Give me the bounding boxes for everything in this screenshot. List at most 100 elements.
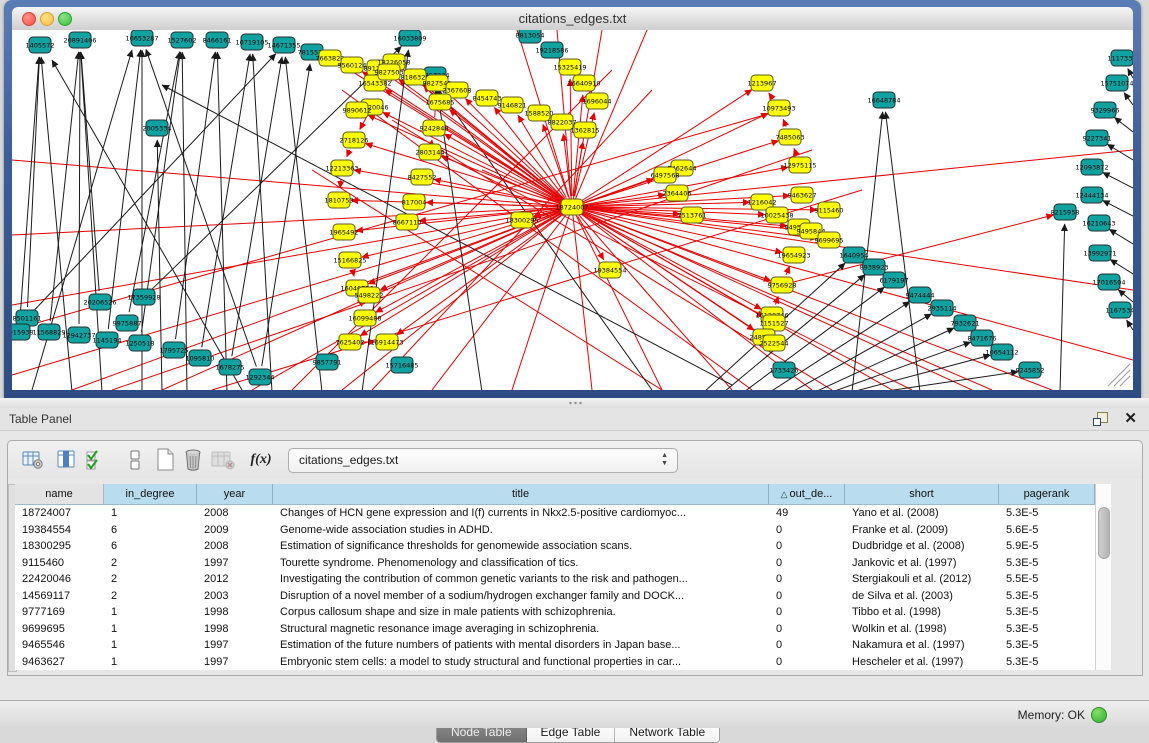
close-panel-icon[interactable]: ✕ <box>1124 410 1137 428</box>
table-row[interactable]: 1830029562008Estimation of significance … <box>15 538 1095 555</box>
table-row[interactable]: 911546021997Tourette syndrome. Phenomeno… <box>15 555 1095 572</box>
table-selector-combobox[interactable]: citations_edges.txt ▲▼ <box>288 448 678 473</box>
graph-edge[interactable] <box>572 207 1133 360</box>
table-row[interactable]: 1938455462009Genome-wide association stu… <box>15 522 1095 539</box>
graph-edge[interactable] <box>1114 117 1133 132</box>
network-canvas[interactable]: 1405572208914061065328715276028466161107… <box>12 30 1133 390</box>
table-row[interactable]: 1456911722003Disruption of a novel membe… <box>15 588 1095 605</box>
graph-node-label: 9146821 <box>498 102 527 110</box>
graph-edge[interactable] <box>360 213 562 336</box>
graph-edge[interactable] <box>582 212 762 309</box>
vertical-scrollbar[interactable] <box>1095 484 1111 670</box>
graph-edge[interactable] <box>794 148 796 154</box>
table-row[interactable]: 1872400712008Changes of HCN gene express… <box>15 505 1095 522</box>
window-titlebar[interactable]: citations_edges.txt <box>12 7 1133 31</box>
graph-edge[interactable] <box>12 160 572 207</box>
graph-edge[interactable] <box>1120 376 1130 386</box>
graph-edge[interactable] <box>1128 69 1133 78</box>
graph-node-label: 8667110 <box>393 219 422 227</box>
graph-edge[interactable] <box>1118 290 1133 302</box>
graph-edge[interactable] <box>1127 320 1133 330</box>
memory-status-icon[interactable] <box>1091 707 1107 723</box>
table-row[interactable]: 969969511998Structural magnetic resonanc… <box>15 621 1095 638</box>
table-row[interactable]: 946554611997Estimation of the future num… <box>15 637 1095 654</box>
table-cell: 1 <box>104 505 197 522</box>
network-canvas-holder[interactable]: 1405572208914061065328715276028466161107… <box>12 30 1133 390</box>
graph-node-label: 19218586 <box>535 47 568 55</box>
float-panel-icon[interactable] <box>1093 411 1109 427</box>
graph-edge[interactable] <box>572 30 647 207</box>
graph-edge[interactable] <box>232 57 282 356</box>
graph-edge[interactable] <box>783 119 786 126</box>
column-header-out-degree[interactable]: △out_de... <box>769 484 845 504</box>
graph-node-label: 15166825 <box>333 257 366 265</box>
graph-edge[interactable] <box>1103 200 1133 216</box>
graph-edge[interactable] <box>432 207 572 390</box>
table-cell: 0 <box>769 571 845 588</box>
graph-edge[interactable] <box>769 93 773 99</box>
table-row[interactable]: 946362711997Embryonic stem cells: a mode… <box>15 654 1095 671</box>
graph-edge[interactable] <box>372 90 652 390</box>
graph-edge[interactable] <box>112 150 812 390</box>
graph-edge[interactable] <box>340 179 341 188</box>
graph-edge[interactable] <box>20 57 39 321</box>
column-header-pagerank[interactable]: pagerank <box>999 484 1095 504</box>
graph-edge[interactable] <box>28 57 40 307</box>
column-visibility-icon[interactable] <box>54 447 80 473</box>
graph-node-label: 2718126 <box>340 137 369 145</box>
table-row[interactable]: 2242004622012Investigating the contribut… <box>15 571 1095 588</box>
column-header-name[interactable]: name <box>15 484 104 504</box>
graph-edge[interactable] <box>1108 364 1130 386</box>
graph-edge[interactable] <box>217 52 227 390</box>
graph-node-label: 10025438 <box>760 212 793 220</box>
graph-node-label: 9329966 <box>1091 107 1120 115</box>
graph-edge[interactable] <box>815 328 954 390</box>
table-cell: Nakamura et al. (1997) <box>845 637 999 654</box>
delete-table-icon[interactable] <box>180 447 206 473</box>
table-settings-icon[interactable] <box>20 447 46 473</box>
graph-node-label: 15716485 <box>385 362 418 370</box>
graph-edge[interactable] <box>432 80 652 390</box>
table-row[interactable]: 977716911998Corpus callosum shape and si… <box>15 604 1095 621</box>
graph-node-label: 8215958 <box>1051 209 1080 217</box>
graph-edge[interactable] <box>1110 259 1133 274</box>
graph-node-label: 18300295 <box>505 217 538 225</box>
graph-edge[interactable] <box>1124 93 1133 105</box>
graph-node-label: 10973493 <box>762 105 795 113</box>
graph-edge[interactable] <box>108 50 140 329</box>
graph-edge[interactable] <box>12 207 572 235</box>
table-cell: 5.3E-5 <box>999 588 1095 605</box>
graph-edge[interactable] <box>570 79 572 196</box>
column-header-short[interactable]: short <box>845 484 999 504</box>
column-header-title[interactable]: title <box>273 484 769 504</box>
graph-edge[interactable] <box>360 117 367 130</box>
graph-node-label: 2803144 <box>416 149 445 157</box>
graph-edge[interactable] <box>1109 229 1133 244</box>
clear-selection-icon[interactable] <box>122 447 148 473</box>
graph-node-label: 1216042 <box>748 199 777 207</box>
graph-edge[interactable] <box>79 52 80 324</box>
function-builder-icon[interactable]: f(x) <box>248 447 274 473</box>
graph-node-label: 12213363 <box>325 165 358 173</box>
graph-edge[interactable] <box>1103 172 1133 188</box>
table-cell: 5.3E-5 <box>999 555 1095 572</box>
panel-splitter[interactable] <box>0 398 1149 408</box>
graph-edge[interactable] <box>880 372 1018 390</box>
column-header-year[interactable]: year <box>197 484 273 504</box>
new-table-icon[interactable] <box>152 447 178 473</box>
graph-edge[interactable] <box>786 266 789 275</box>
table-cell: 5.3E-5 <box>999 505 1095 522</box>
graph-node-label: 12942737 <box>62 332 95 340</box>
graph-edge[interactable] <box>572 207 662 390</box>
column-header-in-degree[interactable]: in_degree <box>104 484 197 504</box>
graph-edge[interactable] <box>1060 224 1065 390</box>
select-all-rows-icon[interactable] <box>82 447 108 473</box>
window-title: citations_edges.txt <box>12 11 1133 26</box>
graph-edge[interactable] <box>353 271 354 277</box>
graph-edge[interactable] <box>182 52 187 390</box>
graph-edge[interactable] <box>347 150 350 157</box>
graph-node-label: 9890612 <box>343 107 372 115</box>
table-cell: 5.9E-5 <box>999 538 1095 555</box>
scrollbar-thumb[interactable] <box>1098 507 1110 559</box>
graph-node-label: 2522544 <box>760 340 789 348</box>
